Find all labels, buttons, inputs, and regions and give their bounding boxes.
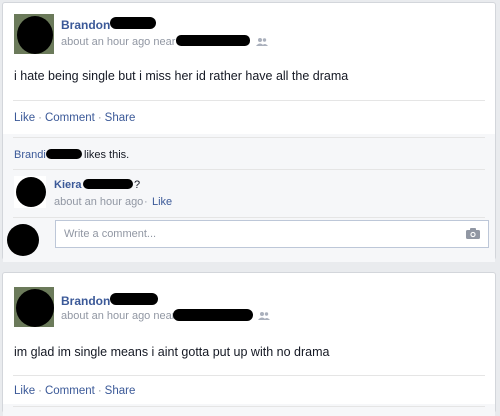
likes-summary: Brandi (14, 149, 46, 161)
share-link[interactable]: Share (105, 385, 136, 397)
comment-timestamp[interactable]: about an hour ago (54, 196, 143, 208)
liker-name[interactable]: Brandi (14, 149, 46, 161)
post-actions: Like · Comment · Share (14, 112, 136, 124)
divider (13, 375, 485, 376)
post-card: Brandon about an hour ago near i hate be… (2, 2, 496, 262)
share-link[interactable]: Share (105, 112, 136, 124)
redacted-commenter (83, 179, 133, 189)
comment-placeholder: Write a comment... (64, 228, 157, 240)
redacted-liker (46, 149, 82, 159)
feedback-section: Brandi likes this. Kiera ? about an hour… (3, 134, 495, 262)
post-timestamp[interactable]: about an hour ago near (61, 310, 175, 322)
people-icon (256, 38, 268, 46)
author-avatar[interactable] (14, 287, 54, 327)
likes-text: likes this. (84, 149, 130, 161)
comment-link[interactable]: Comment (45, 385, 95, 397)
post-timestamp[interactable]: about an hour ago near (61, 36, 175, 48)
comment-like-link[interactable]: Like (152, 196, 172, 208)
post-card: Brandon about an hour ago near im glad i… (2, 272, 496, 416)
redacted-name (110, 293, 158, 305)
divider (13, 217, 485, 218)
redacted-name (110, 17, 156, 29)
comment-link[interactable]: Comment (45, 112, 95, 124)
redacted-location (176, 35, 250, 46)
post-text: i hate being single but i miss her id ra… (14, 69, 349, 83)
post-text: im glad im single means i aint gotta put… (14, 345, 330, 359)
camera-icon[interactable] (466, 228, 480, 239)
post-actions: Like · Comment · Share (14, 385, 136, 397)
divider (13, 169, 485, 170)
author-avatar[interactable] (14, 14, 54, 54)
author-name[interactable]: Brandon (61, 294, 110, 308)
viewer-avatar (5, 222, 41, 258)
divider (13, 406, 485, 407)
redacted-location (173, 309, 253, 321)
feedback-section (3, 404, 495, 416)
divider (13, 137, 485, 138)
like-link[interactable]: Like (14, 112, 35, 124)
author-name[interactable]: Brandon (61, 18, 110, 32)
commenter-name[interactable]: Kiera (54, 179, 82, 191)
commenter-avatar[interactable] (14, 176, 46, 208)
divider (13, 100, 485, 101)
people-icon (258, 312, 270, 320)
comment-input[interactable]: Write a comment... (55, 220, 489, 248)
like-link[interactable]: Like (14, 385, 35, 397)
comment-text: ? (134, 179, 141, 191)
